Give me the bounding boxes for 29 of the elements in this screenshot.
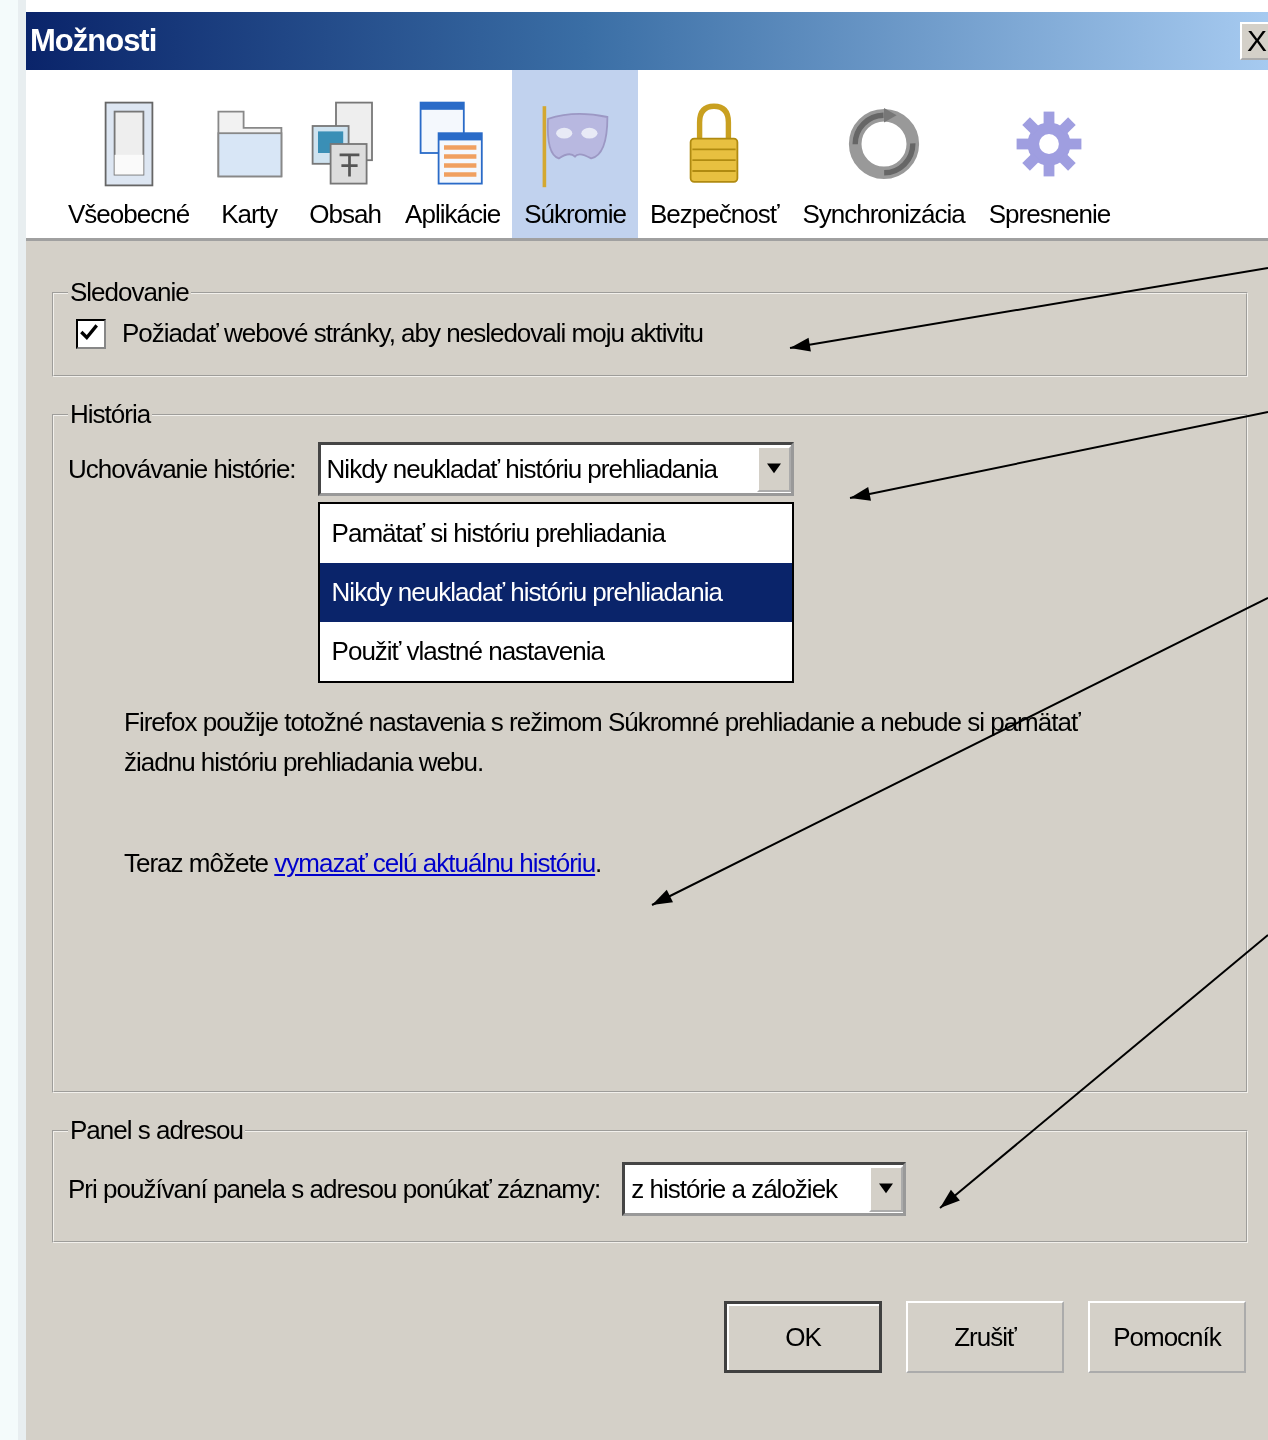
field-label: Uchovávanie histórie: (68, 453, 296, 485)
category-tab[interactable]: Karty (201, 70, 298, 238)
close-button[interactable]: X (1240, 22, 1268, 60)
dropdown-option[interactable]: Použiť vlastné nastavenia (319, 622, 792, 681)
field-label: Pri používaní panela s adresou ponúkať záznamy: (68, 1173, 601, 1205)
window-title: Možnosti (30, 23, 157, 59)
category-tab[interactable]: Aplikácie (393, 70, 513, 238)
category-tab[interactable]: Súkromie (512, 70, 638, 238)
group-title: História (69, 399, 152, 430)
group-title: Sledovanie (69, 277, 190, 308)
category-tab[interactable]: Všeobecné (56, 70, 202, 238)
dialog-button[interactable]: OK (724, 1301, 882, 1373)
checkbox[interactable] (76, 318, 106, 349)
dropdown-option[interactable]: Pamätať si históriu prehliadania (319, 504, 792, 563)
category-tab[interactable]: Bezpečnosť (638, 70, 791, 238)
category-tab[interactable]: Spresnenie (976, 70, 1123, 238)
category-tab[interactable]: Synchronizácia (790, 70, 977, 238)
clear-history-sentence: Teraz môžete vymazať celú aktuálnu históriu. (124, 848, 603, 879)
dialog-button[interactable]: Pomocník (1088, 1301, 1246, 1373)
caret-icon (879, 1183, 894, 1195)
clear-history-link[interactable]: vymazať celú aktuálnu históriu (274, 848, 596, 878)
dropdown-option[interactable]: Nikdy neukladať históriu prehliadania (319, 563, 792, 622)
suggestions-dropdown[interactable]: z histórie a záložiek (622, 1162, 907, 1216)
checkbox-label[interactable]: Požiadať webové stránky, aby nesledovali moju aktivitu (122, 318, 704, 349)
dialog-button[interactable]: Zrušiť (906, 1301, 1064, 1373)
category-tab[interactable]: Obsah (297, 70, 394, 238)
history-dropdown[interactable]: Nikdy neukladať históriu prehliadania (317, 442, 794, 496)
group-title: Panel s adresou (69, 1115, 244, 1146)
caret-icon (766, 463, 781, 475)
